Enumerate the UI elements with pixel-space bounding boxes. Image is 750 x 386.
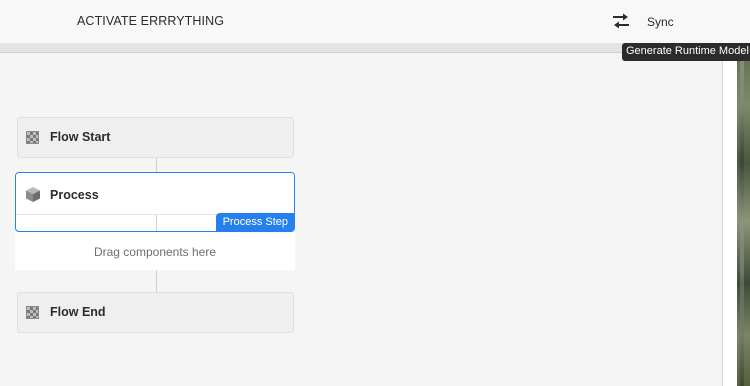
connector-line xyxy=(156,270,157,292)
page-title: ACTIVATE ERRRYTHING xyxy=(77,14,225,28)
process-node[interactable]: Process Process Step xyxy=(15,172,295,232)
connector-line xyxy=(156,215,157,231)
top-bar: ACTIVATE ERRRYTHING Sync xyxy=(0,0,750,43)
flow-start-label: Flow Start xyxy=(50,130,111,144)
checkered-flag-icon xyxy=(26,131,39,144)
connector-line xyxy=(156,158,157,172)
background-image-strip xyxy=(737,43,750,386)
process-step-badge: Process Step xyxy=(215,213,294,231)
process-label: Process xyxy=(50,188,99,202)
sync-button[interactable]: Sync xyxy=(647,15,674,29)
flow-start-node[interactable]: Flow Start xyxy=(17,117,294,158)
cube-icon xyxy=(26,187,40,202)
flow-end-node[interactable]: Flow End xyxy=(17,292,294,333)
checkered-flag-icon xyxy=(26,306,39,319)
header-divider xyxy=(0,43,723,53)
tooltip: Generate Runtime Model xyxy=(622,43,750,61)
drop-zone[interactable]: Drag components here xyxy=(15,232,295,270)
vertical-scrollbar[interactable] xyxy=(722,43,737,386)
sync-arrows-icon[interactable] xyxy=(612,13,630,29)
process-node-header: Process xyxy=(16,173,294,215)
flow-end-label: Flow End xyxy=(50,305,106,319)
